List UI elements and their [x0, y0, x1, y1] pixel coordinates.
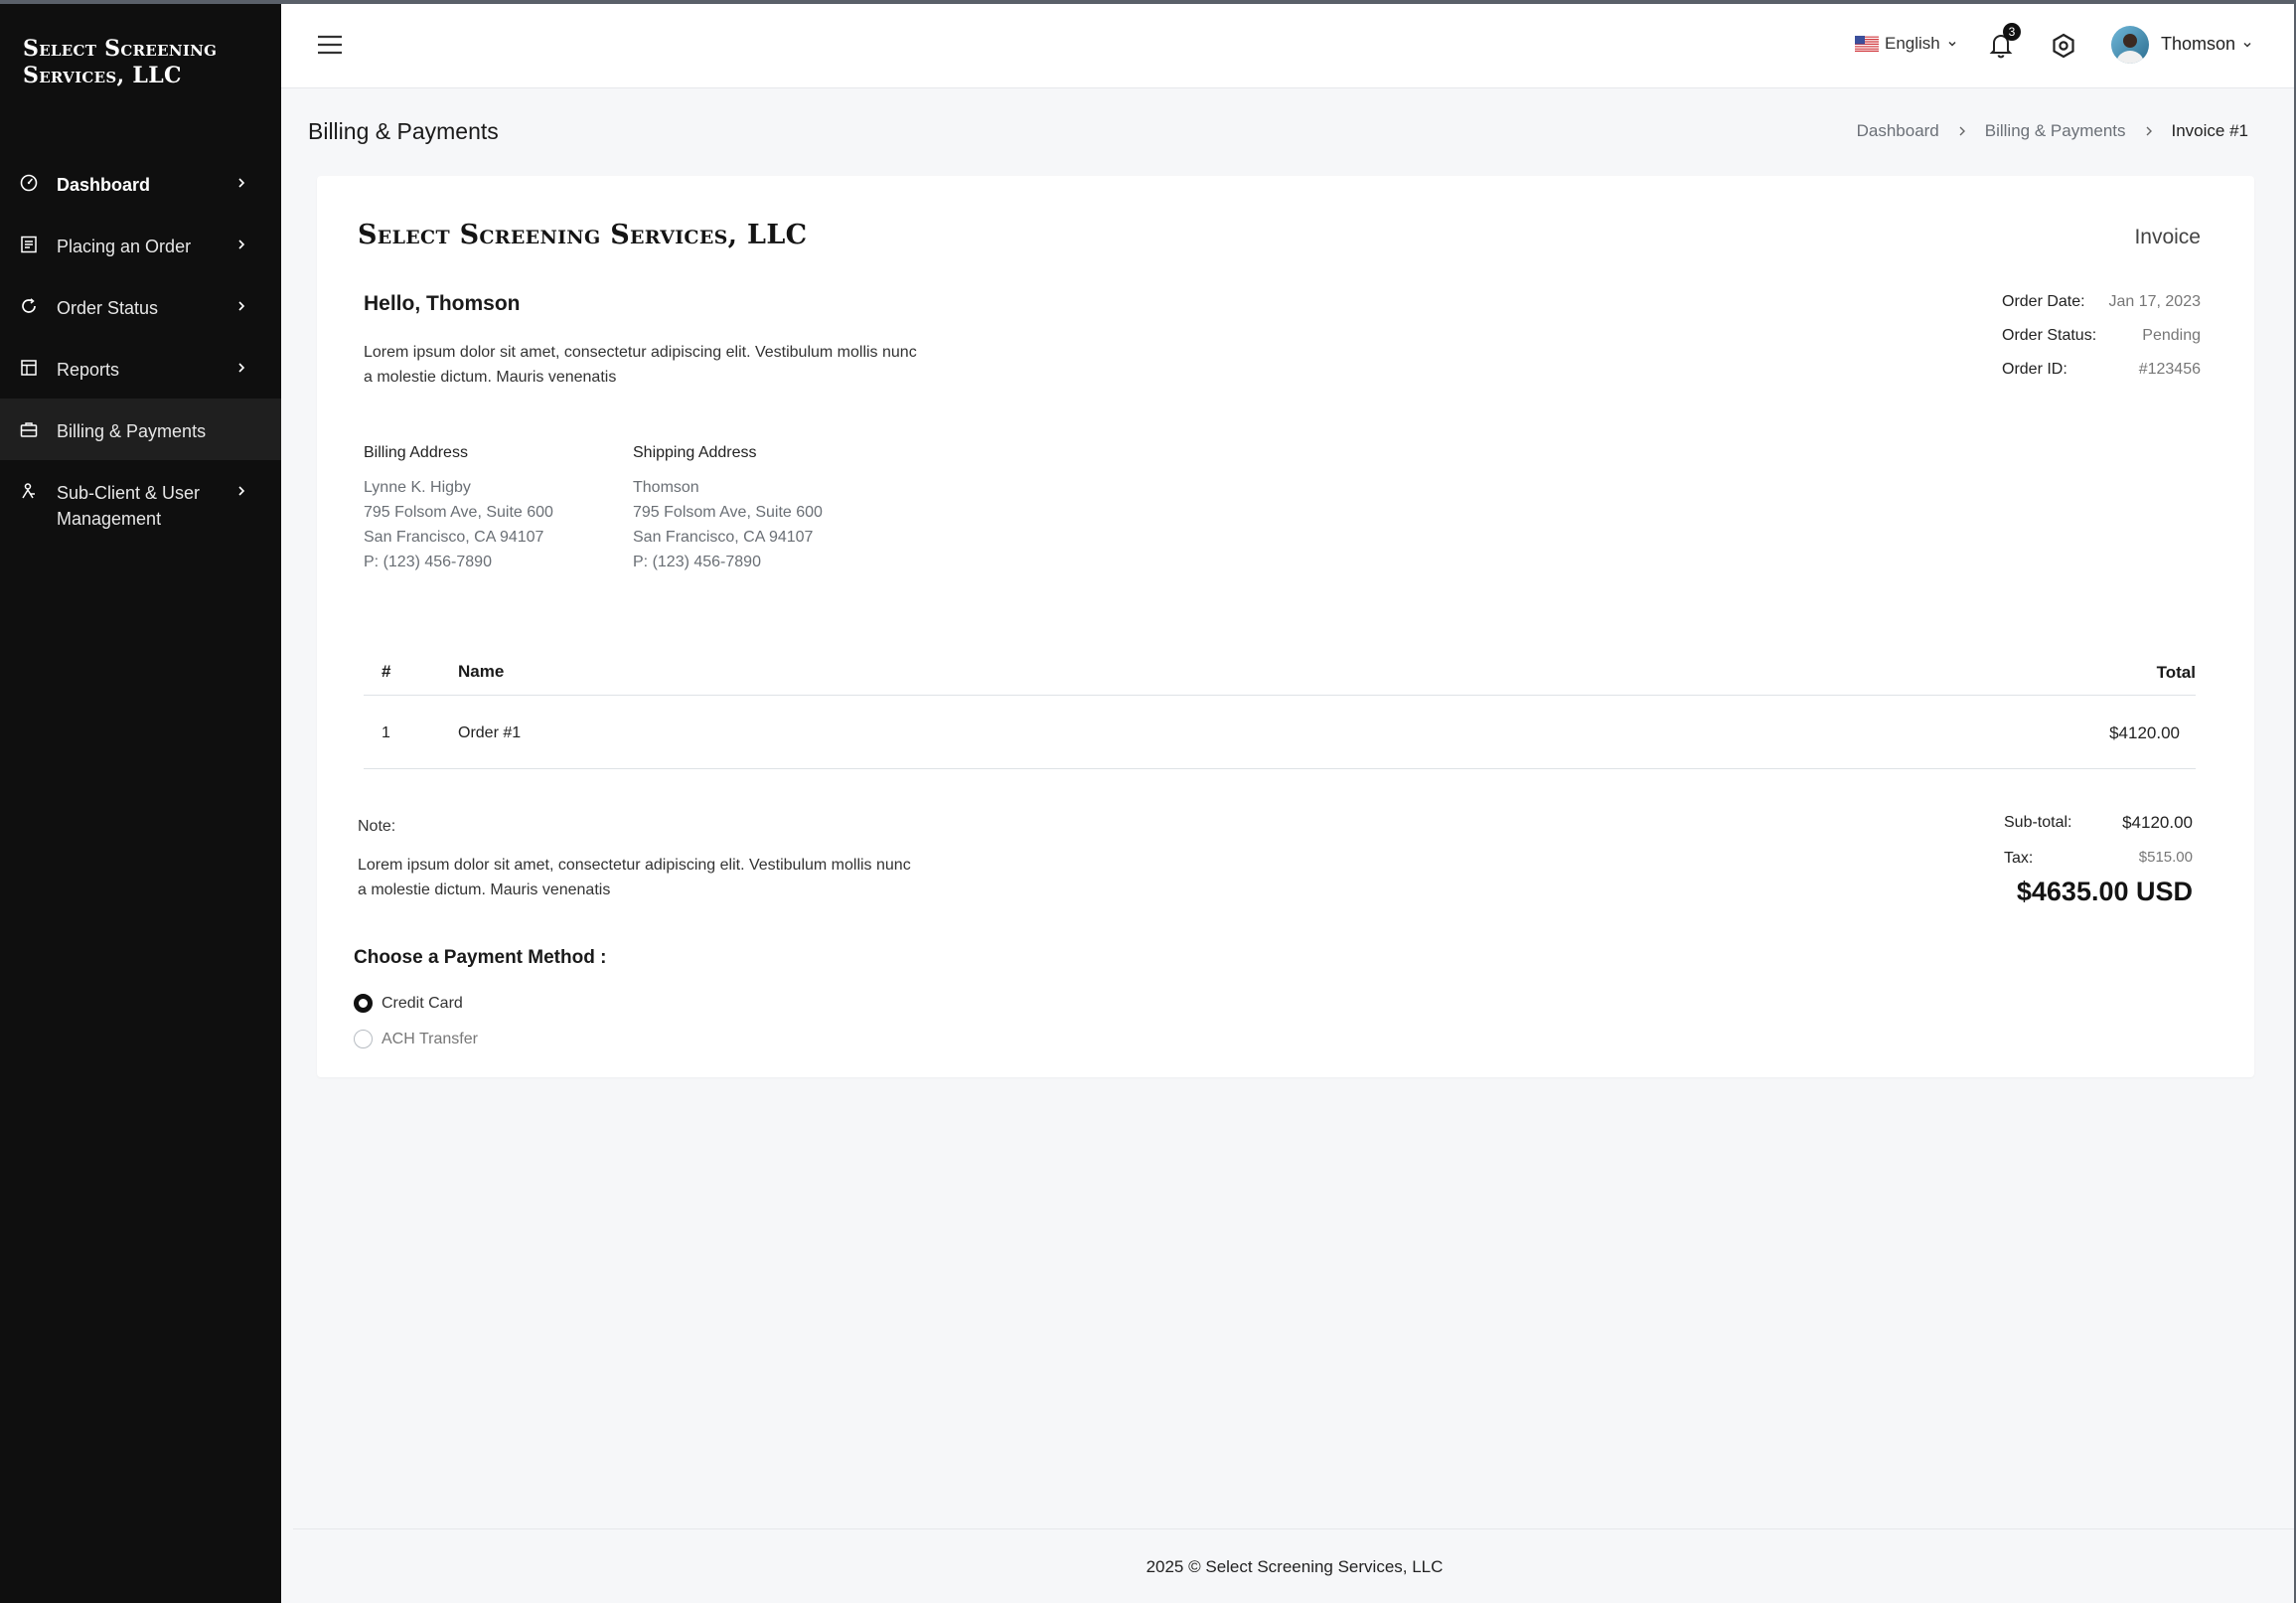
- invoice-totals: Sub-total: $4120.00 Tax: $515.00: [1994, 808, 2193, 880]
- row-num: 1: [382, 724, 390, 741]
- grand-total: $4635.00 USD: [2016, 877, 2193, 906]
- sidebar-item-label: Sub-Client & User Management: [57, 483, 201, 529]
- order-form-icon: [20, 236, 38, 253]
- sidebar: Select Screening Services, LLC Dashboard…: [0, 0, 281, 1603]
- breadcrumb: Dashboard Billing & Payments Invoice #1: [1857, 121, 2248, 141]
- language-label: English: [1885, 34, 1940, 53]
- shipping-address-heading: Shipping Address: [633, 444, 757, 461]
- chevron-right-icon: [234, 482, 248, 496]
- chevron-right-icon: [234, 359, 248, 373]
- chevron-right-icon: [234, 297, 248, 311]
- billing-address: Billing Address Lynne K. Higby 795 Folso…: [364, 440, 553, 574]
- sidebar-item-label: Billing & Payments: [57, 421, 207, 441]
- row-name: Order #1: [458, 724, 522, 741]
- payment-option-credit-card[interactable]: Credit Card: [354, 994, 463, 1013]
- sidebar-item-order-status[interactable]: Order Status: [0, 275, 281, 337]
- table-row: 1 Order #1 $4120.00: [364, 698, 2196, 769]
- user-management-icon: [20, 482, 38, 500]
- invoice-greeting: Hello, Thomson: [364, 292, 521, 315]
- order-status-row: Order Status: Pending: [2002, 327, 2201, 361]
- order-date-label: Order Date:: [2002, 293, 2085, 310]
- invoice-table-header: # Name Total: [364, 646, 2196, 696]
- sidebar-item-sub-client-user-management[interactable]: Sub-Client & User Management: [0, 460, 281, 550]
- notification-count-badge: 3: [2003, 23, 2021, 41]
- billing-address-line: 795 Folsom Ave, Suite 600: [364, 504, 553, 521]
- chevron-right-icon: [2144, 125, 2154, 137]
- subtotal-label: Sub-total:: [2004, 814, 2072, 831]
- subtotal-value: $4120.00: [2122, 813, 2193, 832]
- breadcrumb-dashboard[interactable]: Dashboard: [1857, 121, 1939, 141]
- billing-address-line: San Francisco, CA 94107: [364, 529, 544, 546]
- billing-address-heading: Billing Address: [364, 444, 468, 461]
- user-name: Thomson: [2161, 34, 2236, 54]
- invoice-meta: Order Date: Jan 17, 2023 Order Status: P…: [2002, 293, 2201, 395]
- row-total: $4120.00: [2109, 723, 2180, 742]
- breadcrumb-billing-payments[interactable]: Billing & Payments: [1985, 121, 2126, 141]
- report-icon: [20, 359, 38, 377]
- tax-value: $515.00: [2138, 849, 2193, 866]
- gear-icon[interactable]: [2051, 33, 2076, 59]
- gauge-icon: [20, 174, 38, 192]
- shipping-address-line: San Francisco, CA 94107: [633, 529, 814, 546]
- payment-method-title: Choose a Payment Method :: [354, 947, 607, 968]
- shipping-address-line: Thomson: [633, 479, 699, 496]
- user-menu[interactable]: Thomson: [2161, 34, 2253, 55]
- avatar[interactable]: [2111, 26, 2149, 64]
- shipping-address-line: 795 Folsom Ave, Suite 600: [633, 504, 823, 521]
- subtotal-row: Sub-total: $4120.00: [1994, 808, 2193, 844]
- column-header-name: Name: [458, 662, 505, 681]
- sidebar-nav: Dashboard Placing an Order Order Status …: [0, 152, 281, 550]
- billing-address-line: P: (123) 456-7890: [364, 554, 492, 570]
- sidebar-item-label: Order Status: [57, 298, 159, 318]
- tax-row: Tax: $515.00: [1994, 844, 2193, 880]
- chevron-right-icon: [234, 236, 248, 249]
- briefcase-icon: [20, 420, 38, 438]
- sidebar-item-billing-payments[interactable]: Billing & Payments: [0, 399, 281, 460]
- order-status-value: Pending: [2142, 327, 2201, 344]
- order-date-value: Jan 17, 2023: [2108, 293, 2201, 310]
- column-header-num: #: [382, 662, 391, 681]
- tax-label: Tax:: [2004, 850, 2034, 867]
- order-id-row: Order ID: #123456: [2002, 361, 2201, 395]
- invoice-doc-type: Invoice: [2134, 226, 2201, 248]
- chevron-down-icon: [1946, 38, 1958, 50]
- column-header-total: Total: [2156, 663, 2196, 682]
- footer: 2025 © Select Screening Services, LLC: [293, 1528, 2296, 1603]
- language-selector[interactable]: English: [1855, 34, 1958, 54]
- radio-selected-icon[interactable]: [354, 994, 373, 1013]
- us-flag-icon: [1855, 36, 1879, 52]
- invoice-intro-text: Lorem ipsum dolor sit amet, consectetur …: [364, 344, 917, 386]
- topbar: English 3 Thomson: [281, 0, 2296, 88]
- refresh-icon: [20, 297, 38, 315]
- page-title: Billing & Payments: [308, 118, 499, 144]
- invoice-company-name: Select Screening Services, LLC: [358, 220, 808, 250]
- chevron-right-icon: [1957, 125, 1967, 137]
- note-text: Lorem ipsum dolor sit amet, consectetur …: [358, 857, 911, 898]
- payment-option-label: Credit Card: [382, 994, 463, 1012]
- order-id-value: #123456: [2138, 361, 2201, 378]
- sidebar-item-placing-order[interactable]: Placing an Order: [0, 214, 281, 275]
- sidebar-brand[interactable]: Select Screening Services, LLC: [23, 36, 261, 89]
- hamburger-menu-icon[interactable]: [317, 34, 343, 56]
- order-date-row: Order Date: Jan 17, 2023: [2002, 293, 2201, 327]
- order-id-label: Order ID:: [2002, 361, 2067, 378]
- sidebar-item-label: Reports: [57, 360, 120, 380]
- sidebar-item-label: Dashboard: [57, 175, 151, 195]
- shipping-address: Shipping Address Thomson 795 Folsom Ave,…: [633, 440, 823, 574]
- sidebar-item-reports[interactable]: Reports: [0, 337, 281, 399]
- sidebar-item-label: Placing an Order: [57, 237, 192, 256]
- payment-option-label: ACH Transfer: [382, 1030, 478, 1047]
- note-label: Note:: [358, 818, 396, 835]
- breadcrumb-current: Invoice #1: [2171, 121, 2249, 140]
- shipping-address-line: P: (123) 456-7890: [633, 554, 761, 570]
- footer-text: 2025 © Select Screening Services, LLC: [1146, 1557, 1444, 1576]
- sidebar-item-dashboard[interactable]: Dashboard: [0, 152, 281, 214]
- radio-unselected-icon[interactable]: [354, 1030, 373, 1048]
- payment-option-ach-transfer[interactable]: ACH Transfer: [354, 1030, 478, 1048]
- chevron-right-icon: [234, 174, 248, 188]
- invoice-card: Select Screening Services, LLC Invoice H…: [317, 176, 2254, 1077]
- order-status-label: Order Status:: [2002, 327, 2097, 344]
- billing-address-line: Lynne K. Higby: [364, 479, 471, 496]
- chevron-down-icon: [2241, 39, 2253, 51]
